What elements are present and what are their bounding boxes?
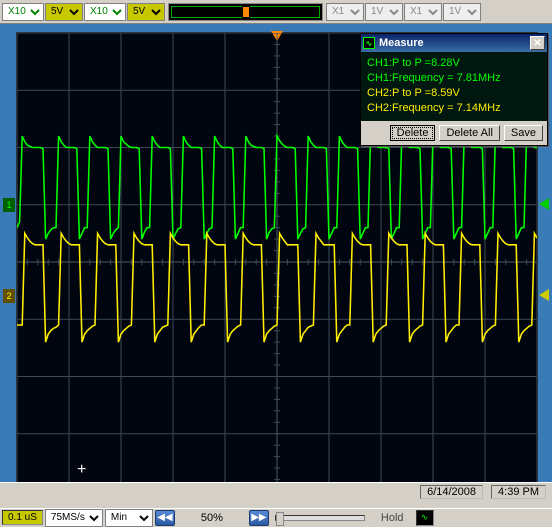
scroll-left-button[interactable]: ◀◀ — [155, 510, 175, 526]
hold-label: Hold — [371, 512, 414, 524]
taskbar-time: 4:39 PM — [491, 485, 546, 499]
delete-button[interactable]: Delete — [390, 125, 436, 141]
ch2-probe-select[interactable]: X10 — [84, 3, 126, 21]
ch4-vdiv-select[interactable]: 1V — [443, 3, 481, 21]
taskbar-date: 6/14/2008 — [420, 485, 483, 499]
measure-title-text: Measure — [379, 37, 424, 49]
trigger-cursor-icon[interactable] — [242, 6, 250, 18]
cursor-crosshair-icon: + — [77, 461, 86, 479]
ch1-ground-tab[interactable]: 1 — [3, 198, 15, 212]
measure-window[interactable]: ∿ Measure ✕ CH1:P to P =8.28V CH1:Freque… — [360, 33, 548, 146]
measure-ch1-freq: CH1:Frequency = 7.81MHz — [367, 71, 541, 86]
timediv-readout[interactable]: 0.1 uS — [2, 510, 43, 525]
ch3-vdiv-select[interactable]: 1V — [365, 3, 403, 21]
measure-ch2-freq: CH2:Frequency = 7.14MHz — [367, 101, 541, 116]
trigger-position-bar[interactable] — [168, 3, 323, 21]
measure-readout: CH1:P to P =8.28V CH1:Frequency = 7.81MH… — [361, 52, 547, 121]
measure-app-icon: ∿ — [363, 37, 375, 49]
ch1-probe-select[interactable]: X10 — [2, 3, 44, 21]
sample-rate-select[interactable]: 75MS/s — [45, 509, 103, 527]
zoom-percent: 50% — [177, 512, 247, 524]
bottom-toolbar: 0.1 uS 75MS/s Min ◀◀ 50% ▶▶ Hold ∿ — [0, 508, 552, 526]
measure-ch2-pp: CH2:P to P =8.59V — [367, 86, 541, 101]
top-toolbar: X10 5V X10 5V X1 1V X1 1V — [0, 0, 552, 24]
ch4-probe-select[interactable]: X1 — [404, 3, 442, 21]
os-taskbar: 6/14/2008 4:39 PM — [0, 482, 552, 500]
ch1-level-arrow-icon — [539, 198, 549, 210]
ch2-level-arrow-icon — [539, 289, 549, 301]
position-slider[interactable] — [275, 515, 365, 521]
ch3-probe-select[interactable]: X1 — [326, 3, 364, 21]
measure-titlebar[interactable]: ∿ Measure ✕ — [361, 34, 547, 52]
save-button[interactable]: Save — [504, 125, 543, 141]
close-button[interactable]: ✕ — [530, 36, 545, 50]
waveform-status-icon: ∿ — [416, 510, 434, 526]
slider-thumb-icon[interactable] — [276, 512, 284, 526]
trigger-mode-select[interactable]: Min — [105, 509, 153, 527]
ch2-ground-tab[interactable]: 2 — [3, 289, 15, 303]
measure-buttonbar: Delete Delete All Save — [361, 121, 547, 145]
ch2-vdiv-select[interactable]: 5V — [127, 3, 165, 21]
ch1-vdiv-select[interactable]: 5V — [45, 3, 83, 21]
delete-all-button[interactable]: Delete All — [439, 125, 499, 141]
measure-ch1-pp: CH1:P to P =8.28V — [367, 56, 541, 71]
scroll-right-button[interactable]: ▶▶ — [249, 510, 269, 526]
